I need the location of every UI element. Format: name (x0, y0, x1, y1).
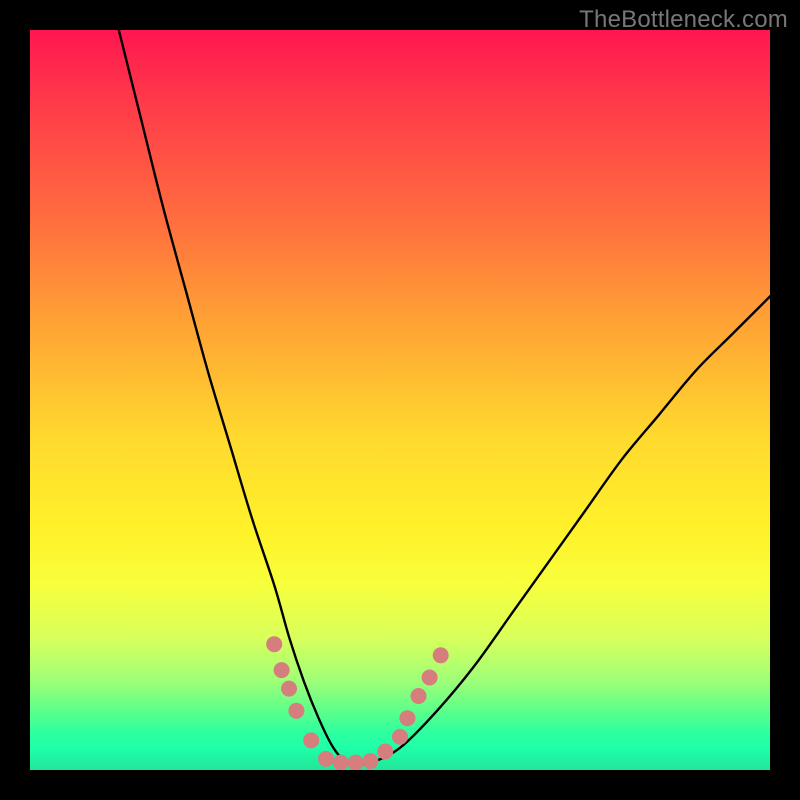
chart-svg (30, 30, 770, 770)
curve-marker (288, 703, 304, 719)
curve-marker (274, 662, 290, 678)
chart-frame: TheBottleneck.com (0, 0, 800, 800)
curve-marker (433, 647, 449, 663)
curve-marker (266, 636, 282, 652)
curve-marker (362, 753, 378, 769)
curve-marker (333, 755, 349, 770)
curve-marker (392, 729, 408, 745)
curve-markers (266, 636, 449, 770)
curve-marker (281, 681, 297, 697)
curve-marker (399, 710, 415, 726)
curve-marker (318, 751, 334, 767)
curve-marker (348, 755, 364, 770)
plot-area (30, 30, 770, 770)
curve-marker (411, 688, 427, 704)
curve-marker (303, 732, 319, 748)
curve-marker (422, 670, 438, 686)
curve-marker (377, 744, 393, 760)
